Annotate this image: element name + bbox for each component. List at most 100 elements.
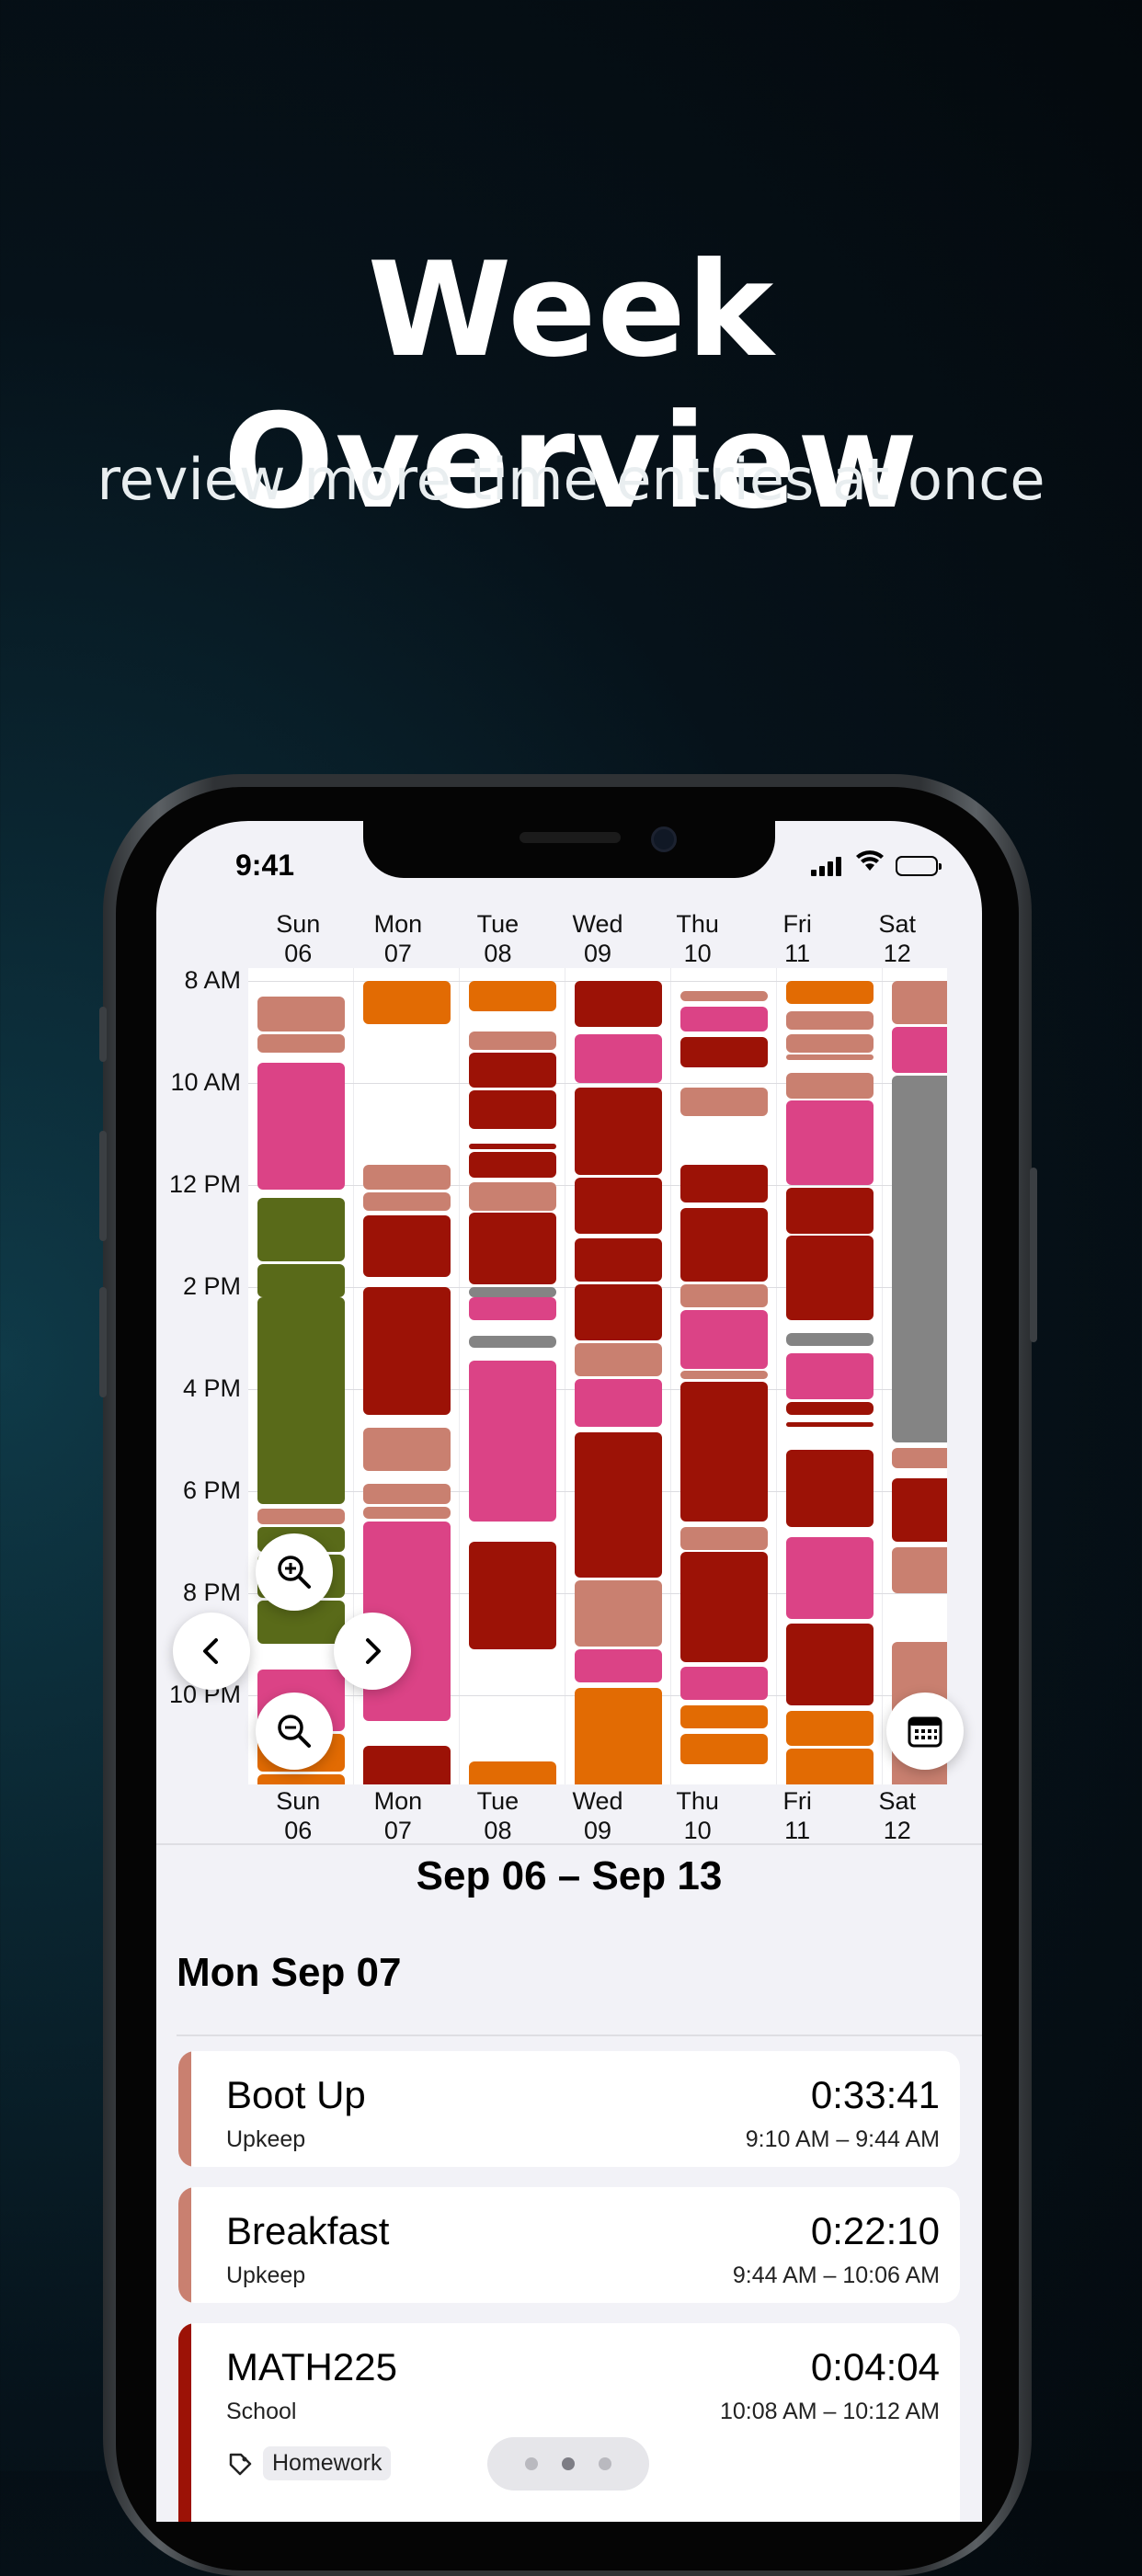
time-entry-block[interactable] [680, 1704, 768, 1728]
time-entry-block[interactable] [363, 1506, 451, 1520]
time-entry-block[interactable] [680, 990, 768, 1002]
previous-week-button[interactable] [173, 1613, 250, 1690]
calendar-button[interactable] [886, 1693, 964, 1770]
time-entry-block[interactable] [469, 1182, 556, 1211]
time-entry-block[interactable] [892, 980, 947, 1025]
time-entry-block[interactable] [469, 1296, 556, 1320]
time-entry-block[interactable] [575, 1580, 662, 1647]
time-entry-block[interactable] [680, 1733, 768, 1764]
time-entry-block[interactable] [257, 1773, 345, 1784]
time-entry-block[interactable] [575, 1378, 662, 1428]
time-entry-block[interactable] [680, 1284, 768, 1308]
time-entry[interactable]: MATH225 School 0:04:04 10:08 AM – 10:12 … [178, 2323, 960, 2522]
time-entry-block[interactable] [786, 1054, 874, 1060]
time-entry-block[interactable] [786, 980, 874, 1004]
calendar-icon [908, 1716, 942, 1748]
time-entry-block[interactable] [363, 1746, 451, 1784]
time-entry-block[interactable] [680, 1006, 768, 1032]
time-entry-block[interactable] [469, 1286, 556, 1297]
time-entry-block[interactable] [680, 1552, 768, 1662]
time-entry-block[interactable] [680, 1667, 768, 1701]
time-entry-block[interactable] [469, 1361, 556, 1522]
time-entry-block[interactable] [257, 1509, 345, 1524]
tag-icon [229, 2453, 252, 2475]
time-entry-block[interactable] [786, 1401, 874, 1415]
time-entry-block[interactable] [575, 1648, 662, 1682]
time-entry-block[interactable] [469, 1335, 556, 1349]
time-entry-block[interactable] [363, 980, 451, 1025]
time-entry-block[interactable] [469, 1090, 556, 1129]
zoom-in-button[interactable] [256, 1533, 333, 1611]
zoom-out-button[interactable] [256, 1693, 333, 1770]
time-entry-block[interactable] [680, 1309, 768, 1369]
time-entry-block[interactable] [786, 1710, 874, 1747]
time-entry-block[interactable] [786, 1011, 874, 1030]
day-header-sun: Sun 06 [248, 1786, 348, 1851]
time-entry-block[interactable] [786, 1353, 874, 1399]
time-entry-block[interactable] [680, 1381, 768, 1522]
time-entry-block[interactable] [892, 1075, 947, 1443]
time-entry-block[interactable] [257, 1263, 345, 1297]
time-entry-block[interactable] [786, 1187, 874, 1234]
time-entry-block[interactable] [892, 1026, 947, 1073]
time-entry-block[interactable] [469, 1144, 556, 1150]
time-entry-block[interactable] [469, 1032, 556, 1050]
time-entry-block[interactable] [257, 1062, 345, 1191]
time-entry-block[interactable] [786, 1624, 874, 1705]
day-date: 12 [883, 1817, 911, 1844]
time-entry-block[interactable] [363, 1286, 451, 1415]
time-entry-block[interactable] [680, 1036, 768, 1068]
time-entry[interactable]: Boot Up Upkeep 0:33:41 9:10 AM – 9:44 AM [178, 2051, 960, 2167]
day-header-tue: Tue 08 [448, 1786, 548, 1851]
time-entry-block[interactable] [575, 980, 662, 1027]
time-entry-block[interactable] [892, 1478, 947, 1543]
time-entry-block[interactable] [363, 1483, 451, 1504]
time-entry-block[interactable] [363, 1215, 451, 1277]
time-entry-block[interactable] [575, 1088, 662, 1175]
time-entry-block[interactable] [469, 1052, 556, 1089]
time-entry-block[interactable] [680, 1088, 768, 1116]
time-entry-block[interactable] [575, 1034, 662, 1083]
next-week-button[interactable] [334, 1613, 411, 1690]
time-entry-block[interactable] [363, 1427, 451, 1471]
time-entry-block[interactable] [575, 1342, 662, 1376]
time-entry-block[interactable] [575, 1432, 662, 1579]
entry-tag: Homework [226, 2446, 392, 2480]
time-entry[interactable]: Breakfast Upkeep 0:22:10 9:44 AM – 10:06… [178, 2187, 960, 2303]
time-entry-block[interactable] [786, 1450, 874, 1527]
time-entry-block[interactable] [680, 1526, 768, 1550]
entry-color-bar [178, 2051, 191, 2167]
time-entry-block[interactable] [786, 1236, 874, 1320]
time-entry-block[interactable] [257, 1197, 345, 1262]
time-entry-block[interactable] [575, 1687, 662, 1784]
time-entry-block[interactable] [786, 1332, 874, 1346]
time-entry-block[interactable] [257, 1296, 345, 1504]
time-entry-block[interactable] [469, 1151, 556, 1178]
page-indicator[interactable] [487, 2437, 649, 2491]
time-entry-block[interactable] [892, 1447, 947, 1468]
time-entry-block[interactable] [575, 1238, 662, 1282]
time-entry-block[interactable] [680, 1207, 768, 1282]
time-entry-block[interactable] [363, 1164, 451, 1191]
time-entry-block[interactable] [786, 1100, 874, 1185]
time-entry-block[interactable] [786, 1536, 874, 1619]
time-entry-block[interactable] [575, 1177, 662, 1234]
time-entry-block[interactable] [786, 1072, 874, 1099]
day-name: Tue [476, 1787, 520, 1815]
time-entry-block[interactable] [680, 1371, 768, 1379]
time-entry-block[interactable] [892, 1546, 947, 1593]
time-entry-block[interactable] [469, 1213, 556, 1285]
time-entry-block[interactable] [469, 1542, 556, 1649]
time-entry-block[interactable] [680, 1164, 768, 1203]
time-entry-block[interactable] [786, 1749, 874, 1784]
entry-color-bar [178, 2323, 191, 2522]
time-entry-block[interactable] [786, 1421, 874, 1428]
time-entry-block[interactable] [257, 996, 345, 1032]
time-entry-block[interactable] [363, 1192, 451, 1211]
time-entry-block[interactable] [257, 1034, 345, 1053]
time-entry-block[interactable] [575, 1284, 662, 1341]
time-entry-block[interactable] [469, 1761, 556, 1784]
time-entry-block[interactable] [469, 980, 556, 1012]
day-column-divider [776, 968, 777, 1784]
time-entry-block[interactable] [786, 1034, 874, 1053]
